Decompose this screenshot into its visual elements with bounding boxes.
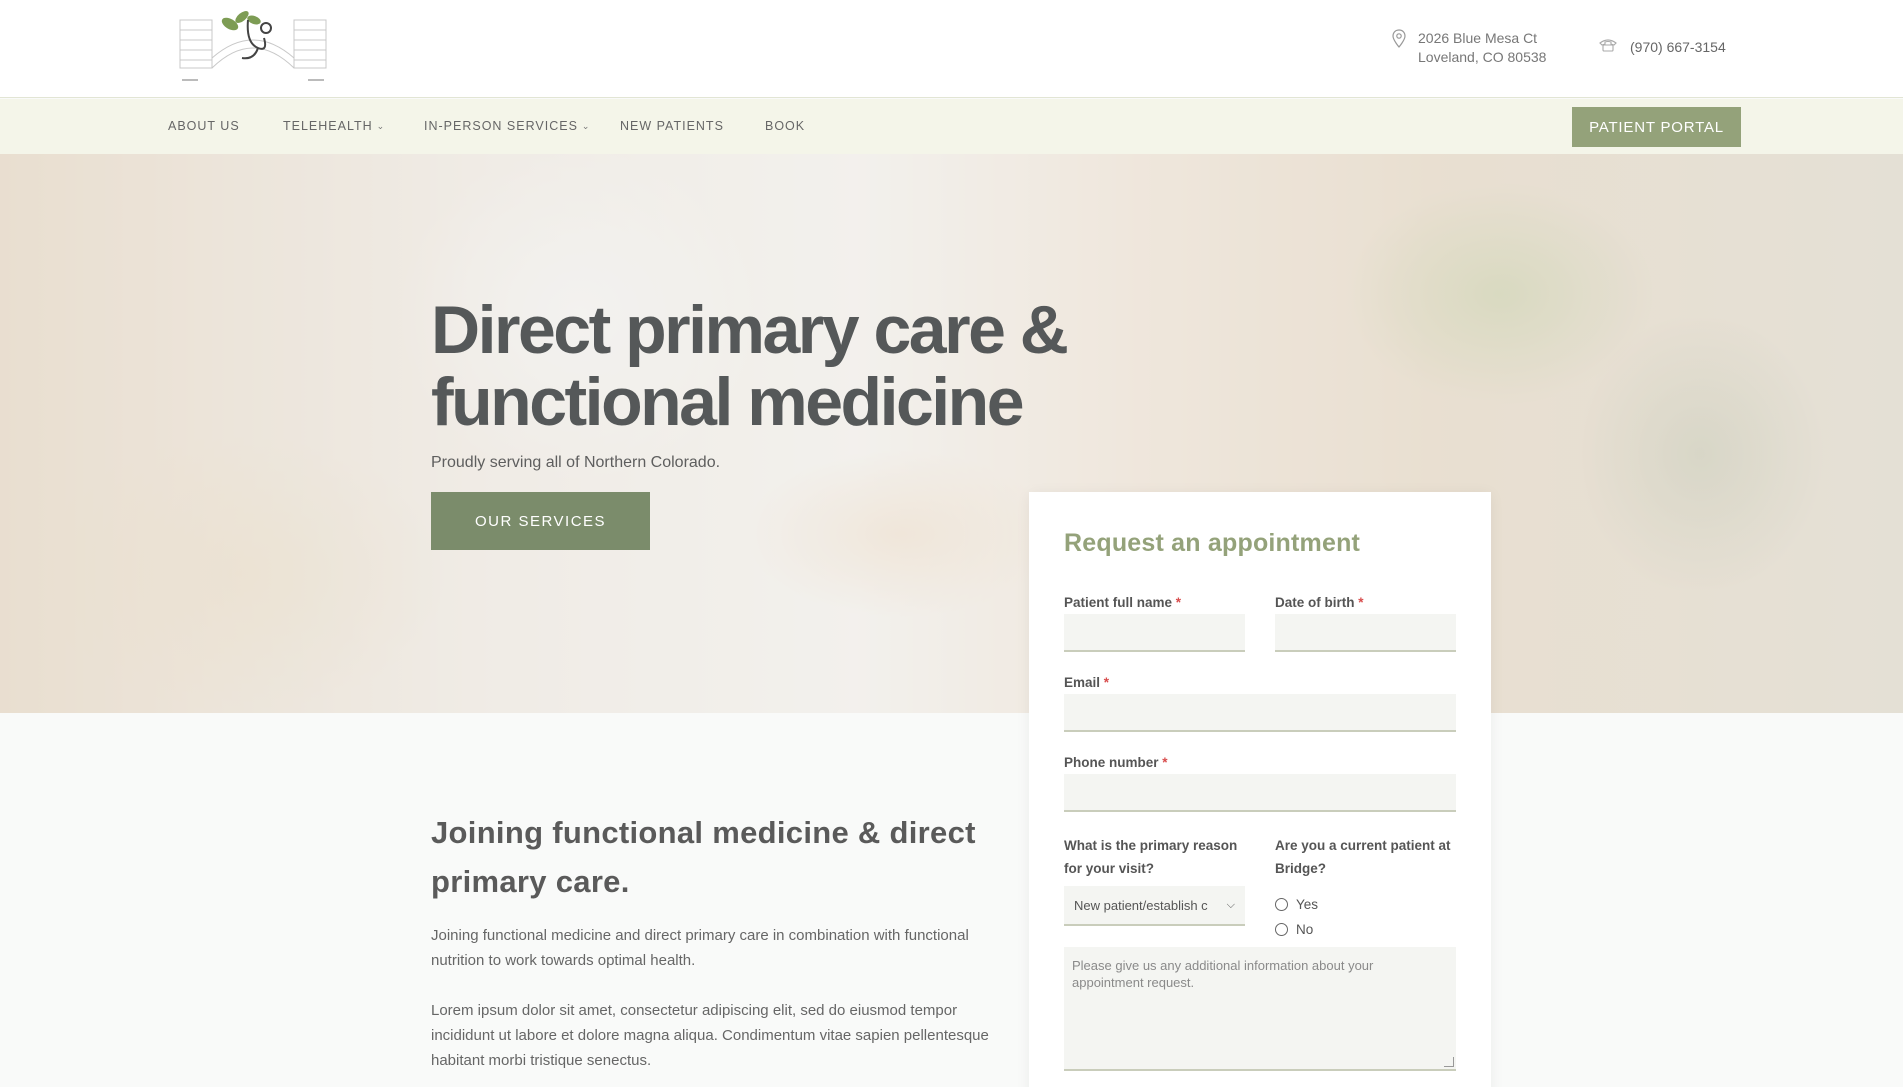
visit-reason-value: New patient/establish c xyxy=(1074,897,1208,913)
email-input[interactable] xyxy=(1064,694,1456,732)
radio-no[interactable]: No xyxy=(1275,922,1456,937)
email-label: Email * xyxy=(1064,675,1110,690)
our-services-button[interactable]: OUR SERVICES xyxy=(431,492,650,550)
resize-handle-icon[interactable] xyxy=(1444,1057,1454,1067)
appointment-form: Request an appointment Patient full name… xyxy=(1029,492,1491,1087)
contact-phone[interactable]: (970) 667-3154 xyxy=(1598,38,1726,55)
name-label: Patient full name * xyxy=(1064,595,1182,610)
hero-content: Direct primary care & functional medicin… xyxy=(431,294,1131,550)
intro-title: Joining functional medicine & direct pri… xyxy=(431,815,976,899)
radio-yes-label: Yes xyxy=(1296,897,1319,912)
date-of-birth-input[interactable] xyxy=(1275,614,1456,652)
required-mark: * xyxy=(1175,595,1182,610)
required-mark: * xyxy=(1162,755,1168,770)
chevron-down-icon: ⌄ xyxy=(376,120,386,131)
map-pin-icon xyxy=(1392,29,1406,54)
phone-icon xyxy=(1598,38,1618,55)
chevron-down-icon: ⌵ xyxy=(1226,898,1235,911)
nav-in-person-services[interactable]: IN-PERSON SERVICES ⌄ xyxy=(424,119,590,133)
intro-paragraph-2: Lorem ipsum dolor sit amet, consectetur … xyxy=(431,1002,989,1069)
radio-no-label: No xyxy=(1296,922,1314,937)
nav-label: NEW PATIENTS xyxy=(620,119,724,133)
nav-label: TELEHEALTH xyxy=(283,119,373,133)
visit-reason-select[interactable]: New patient/establish c ⌵ xyxy=(1064,886,1245,926)
reason-label: What is the primary reason for your visi… xyxy=(1064,838,1238,876)
intro-section: Joining functional medicine & direct pri… xyxy=(431,808,1001,1073)
patient-name-input[interactable] xyxy=(1064,614,1245,652)
chevron-down-icon: ⌄ xyxy=(581,120,591,131)
required-mark: * xyxy=(1103,675,1110,690)
nav-telehealth[interactable]: TELEHEALTH ⌄ xyxy=(283,119,385,133)
phone-number[interactable]: (970) 667-3154 xyxy=(1630,39,1726,55)
current-patient-label: Are you a current patient at Bridge? xyxy=(1275,838,1451,876)
nav-label: BOOK xyxy=(765,119,806,133)
address-line2: Loveland, CO 80538 xyxy=(1418,49,1547,65)
site-header: 2026 Blue Mesa Ct Loveland, CO 80538 (97… xyxy=(0,0,1903,98)
form-title: Request an appointment xyxy=(1064,529,1361,557)
radio-button[interactable] xyxy=(1275,923,1288,936)
nav-about-us[interactable]: ABOUT US xyxy=(168,119,240,133)
clinic-logo[interactable] xyxy=(178,8,328,88)
nav-new-patients[interactable]: NEW PATIENTS xyxy=(620,119,724,133)
nav-book[interactable]: BOOK xyxy=(765,119,805,133)
nav-label: IN-PERSON SERVICES xyxy=(424,119,578,133)
phone-label: Phone number * xyxy=(1064,755,1168,770)
phone-input[interactable] xyxy=(1064,774,1456,812)
hero-section: Direct primary care & functional medicin… xyxy=(0,154,1903,713)
address-line1: 2026 Blue Mesa Ct xyxy=(1418,30,1538,46)
required-mark: * xyxy=(1358,595,1364,610)
textarea-placeholder: Please give us any additional informatio… xyxy=(1072,958,1374,990)
contact-address: 2026 Blue Mesa Ct Loveland, CO 80538 xyxy=(1392,29,1546,67)
radio-yes[interactable]: Yes xyxy=(1275,897,1456,912)
patient-portal-button[interactable]: PATIENT PORTAL xyxy=(1572,107,1741,147)
dob-label: Date of birth * xyxy=(1275,595,1364,610)
additional-info-textarea[interactable]: Please give us any additional informatio… xyxy=(1064,947,1456,1071)
hero-title: Direct primary care & functional medicin… xyxy=(431,292,1069,440)
intro-paragraph-1: Joining functional medicine and direct p… xyxy=(431,927,969,969)
radio-button[interactable] xyxy=(1275,898,1288,911)
hero-subtitle: Proudly serving all of Northern Colorado… xyxy=(431,454,721,471)
nav-label: ABOUT US xyxy=(168,119,240,133)
